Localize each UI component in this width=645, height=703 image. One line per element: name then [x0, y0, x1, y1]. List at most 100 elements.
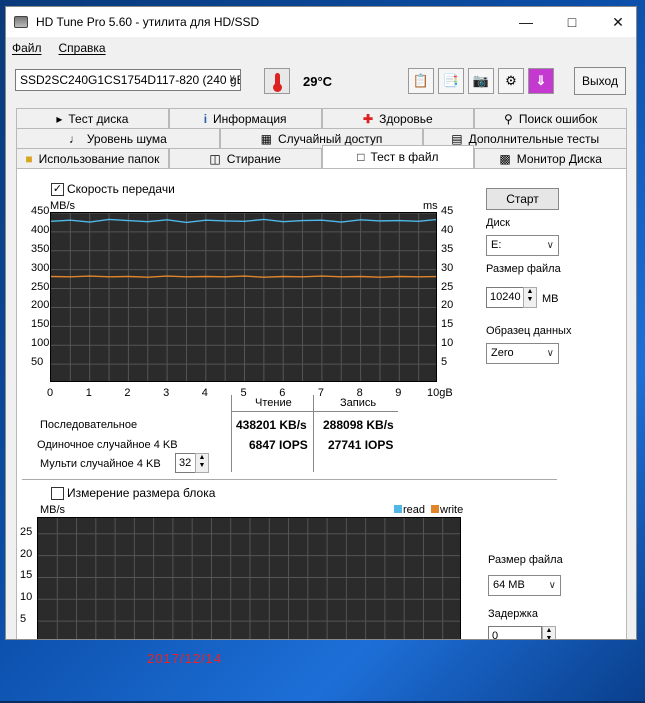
y-tick-label: 15 — [20, 569, 33, 582]
multi-random-spinner[interactable]: ▲ ▼ — [195, 453, 209, 473]
block-size-checkbox[interactable]: Измерение размера блока — [51, 486, 215, 500]
transfer-rate-checkbox[interactable]: ✓ Скорость передачи — [51, 182, 175, 196]
chevron-down-icon: ∨ — [228, 73, 236, 84]
exit-button[interactable]: Выход — [574, 67, 626, 95]
maximize-button[interactable]: □ — [549, 7, 595, 37]
data-pattern-select[interactable]: Zero ∨ — [486, 343, 559, 364]
y-tick-label: 400 — [31, 223, 50, 236]
options-icon[interactable]: ⚙ — [498, 68, 524, 94]
random-4k-label: Одиночное случайное 4 KB — [37, 439, 178, 451]
app-window: HD Tune Pro 5.60 - утилита для HD/SSD — … — [5, 6, 637, 640]
file-size-label: Размер файла — [486, 263, 561, 275]
health-cross-icon: ✚ — [363, 111, 374, 126]
close-button[interactable]: ✕ — [595, 7, 636, 37]
file-benchmark-icon: □ — [357, 150, 365, 164]
y2-tick-label: 45 — [441, 205, 454, 217]
file-size-unit: MB — [542, 293, 559, 305]
minimize-button[interactable]: — — [503, 7, 549, 37]
block-grid — [38, 518, 460, 639]
results-divider-left — [231, 395, 232, 472]
y-tick-label: 200 — [31, 299, 50, 312]
window-title: HD Tune Pro 5.60 - утилита для HD/SSD — [36, 15, 260, 29]
x-tick-label: 8 — [356, 387, 363, 399]
exit-label: Выход — [582, 74, 618, 88]
tab-health[interactable]: ✚ Здоровье — [321, 108, 475, 128]
y-tick-label: 100 — [31, 337, 50, 350]
x-tick-label: 6 — [279, 387, 286, 399]
file-size-spinner[interactable]: ▲ ▼ — [523, 287, 537, 308]
sequential-write-value: 288098 KB/s — [323, 418, 394, 432]
tab-erase[interactable]: ◫ Стирание — [168, 148, 322, 168]
y2-tick-label: 5 — [441, 356, 448, 369]
tab-benchmark[interactable]: ▸ Тест диска — [16, 108, 169, 128]
disk-label: Диск — [486, 217, 510, 229]
tab-disk-monitor[interactable]: ▩ Монитор Диска — [474, 148, 627, 168]
folder-icon: ■ — [25, 151, 33, 166]
app-disk-icon — [14, 16, 28, 28]
temperature-readout: 29°C — [303, 74, 333, 89]
multi-random-queue-input[interactable]: 32 — [175, 453, 196, 473]
disk-select[interactable]: E: ∨ — [486, 235, 559, 256]
random-4k-read-value: 6847 IOPS — [249, 438, 308, 452]
tab-file-benchmark[interactable]: □ Тест в файл — [321, 145, 475, 168]
download-icon[interactable]: ⇓ — [528, 68, 554, 94]
extra-tests-icon: ▤ — [451, 131, 463, 146]
y2-tick-label: 30 — [441, 261, 454, 274]
tab-noise-level[interactable]: ♩ Уровень шума — [16, 128, 220, 148]
drive-select-value: SSD2SC240G1CS1754D117-820 (240 gB) — [20, 73, 241, 87]
copy-info-icon[interactable]: 📋 — [408, 68, 434, 94]
y-tick-label: 10 — [20, 591, 33, 604]
checkbox-checked-icon: ✓ — [51, 182, 64, 196]
block-unit: MB/s — [40, 504, 66, 516]
x-tick-label: 2 — [124, 387, 131, 399]
y-tick-label: 300 — [31, 261, 50, 274]
legend-write: write — [431, 504, 463, 516]
menu-bar: Файл Справка — [6, 38, 636, 58]
x-tick-label: 0 — [47, 387, 54, 399]
y2-tick-label: 10 — [441, 337, 454, 350]
file-size-input[interactable]: 10240 — [486, 287, 524, 308]
copy-all-icon[interactable]: 📑 — [438, 68, 464, 94]
tab-info[interactable]: i Информация — [168, 108, 322, 128]
block-size-chart — [37, 517, 461, 639]
file-benchmark-panel: ✓ Скорость передачи MB/s ms Старт Диск E… — [16, 168, 627, 639]
x-tick-label: 10gB — [427, 387, 453, 399]
multi-random-4k-label: Мульти случайное 4 KB — [40, 458, 161, 470]
tab-folder-usage[interactable]: ■ Использование папок — [16, 148, 169, 168]
menu-help[interactable]: Справка — [59, 41, 106, 55]
drive-select[interactable]: SSD2SC240G1CS1754D117-820 (240 gB) ∨ — [15, 69, 241, 91]
y-tick-label: 50 — [31, 356, 44, 369]
results-header-rule — [231, 411, 398, 412]
sequential-label: Последовательное — [40, 419, 138, 431]
block-file-size-label: Размер файла — [488, 554, 563, 566]
tab-error-scan[interactable]: ⚲ Поиск ошибок — [474, 108, 627, 128]
transfer-right-unit: ms — [423, 200, 438, 212]
start-button[interactable]: Старт — [486, 188, 559, 210]
y2-tick-label: 40 — [441, 223, 454, 236]
tab-row-1: ▸ Тест диска i Информация ✚ Здоровье ⚲ Поиск… — [16, 108, 627, 128]
info-icon: i — [203, 111, 208, 126]
y-tick-label: 150 — [31, 318, 50, 331]
delay-spinner[interactable]: ▲ ▼ — [542, 626, 556, 639]
block-size-label: Измерение размера блока — [67, 486, 216, 500]
legend-read: read — [394, 504, 425, 516]
y2-tick-label: 25 — [441, 280, 454, 293]
menu-file[interactable]: Файл — [12, 41, 42, 55]
chevron-down-icon: ∨ — [546, 240, 554, 251]
x-tick-label: 4 — [201, 387, 208, 399]
thermometer-icon — [264, 68, 290, 94]
y-tick-label: 250 — [31, 280, 50, 293]
read-column-header: Чтение — [255, 397, 292, 409]
y-tick-label: 20 — [20, 547, 33, 560]
title-bar[interactable]: HD Tune Pro 5.60 - утилита для HD/SSD — … — [6, 7, 636, 37]
trash-icon: ◫ — [209, 151, 221, 166]
section-divider — [22, 479, 557, 480]
delay-input[interactable]: 0 — [488, 626, 542, 639]
photo-date-stamp: 2017/12/14 — [147, 651, 223, 666]
block-file-size-select[interactable]: 64 MB ∨ — [488, 575, 561, 596]
y-tick-label: 25 — [20, 525, 33, 538]
chevron-down-icon: ∨ — [548, 580, 556, 591]
camera-icon[interactable]: 📷 — [468, 68, 494, 94]
random-access-icon: ▦ — [260, 131, 272, 146]
checkbox-unchecked-icon — [51, 486, 64, 500]
